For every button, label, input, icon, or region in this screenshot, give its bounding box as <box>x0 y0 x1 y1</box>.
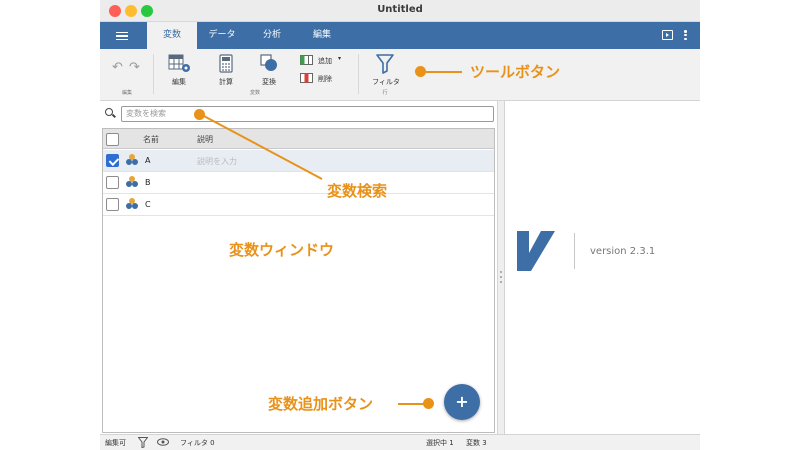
row-checkbox[interactable] <box>106 176 119 189</box>
status-bar: 編集可 フィルタ 0 選択中 1 変数 3 <box>100 434 700 450</box>
edit-variables-button-label[interactable]: 編集 <box>164 77 194 87</box>
add-variable-button[interactable]: + <box>444 384 480 420</box>
version-label: version 2.3.1 <box>590 246 656 257</box>
add-button-callout: 変数追加ボタン <box>268 395 374 413</box>
variable-description[interactable]: 説明を入力 <box>197 156 237 167</box>
table-row[interactable]: C <box>103 194 494 216</box>
about-pane: version 2.3.1 <box>505 101 700 434</box>
app-window: Untitled 変数 データ 分析 編集 ↶ ↷ 編集 編集 計算 変換 追加… <box>100 0 700 450</box>
delete-icon[interactable] <box>300 73 314 83</box>
kebab-icon[interactable] <box>684 30 687 41</box>
variable-name[interactable]: C <box>145 200 151 209</box>
callout-dot <box>415 66 426 77</box>
edit-variables-icon[interactable] <box>168 54 192 74</box>
menu-bar: 変数 データ 分析 編集 <box>100 22 700 49</box>
variable-search-bar: 変数を検索 <box>100 104 497 124</box>
table-row[interactable]: A 説明を入力 <box>103 150 494 172</box>
table-header: 名前 説明 <box>103 129 494 149</box>
select-all-checkbox[interactable] <box>106 133 119 146</box>
logo-divider <box>574 233 575 269</box>
edit-group-label: 編集 <box>121 90 132 96</box>
ribbon-separator <box>358 54 359 94</box>
filter-count-status: フィルタ 0 <box>180 439 215 447</box>
variable-window: 名前 説明 A 説明を入力 B C <box>102 128 495 433</box>
variable-name[interactable]: A <box>145 156 150 165</box>
title-bar: Untitled <box>100 0 700 22</box>
rows-group-label: 行 <box>382 90 388 96</box>
splitter-grip[interactable] <box>500 271 502 273</box>
calculator-icon[interactable] <box>219 54 233 74</box>
splitter-grip[interactable] <box>500 276 502 278</box>
add-button-label[interactable]: 追加 <box>318 56 332 66</box>
column-header-description[interactable]: 説明 <box>197 134 213 145</box>
tab-edit[interactable]: 編集 <box>297 22 347 49</box>
variable-icon <box>126 176 138 188</box>
delete-button-label[interactable]: 削除 <box>318 74 332 84</box>
add-icon[interactable] <box>300 55 314 65</box>
transform-icon[interactable] <box>260 54 280 74</box>
variable-count-status: 変数 3 <box>466 439 487 447</box>
selected-count-status: 選択中 1 <box>426 439 454 447</box>
redo-icon[interactable]: ↷ <box>129 60 140 75</box>
toolbar-callout: ツールボタン <box>470 63 561 81</box>
ribbon-toolbar: ↶ ↷ 編集 編集 計算 変換 追加 ▾ 削除 変数 フィルタ 行 <box>100 49 700 101</box>
eye-icon[interactable] <box>157 438 169 446</box>
search-input[interactable]: 変数を検索 <box>121 106 494 122</box>
callout-dot <box>423 398 434 409</box>
variable-icon <box>126 198 138 210</box>
tab-analysis[interactable]: 分析 <box>247 22 297 49</box>
app-logo <box>517 231 555 271</box>
window-title: Untitled <box>377 4 423 15</box>
tab-data[interactable]: データ <box>197 22 247 49</box>
filter-status-icon[interactable] <box>138 437 148 448</box>
ribbon-separator <box>153 54 154 94</box>
row-checkbox[interactable] <box>106 198 119 211</box>
play-panel-icon[interactable] <box>662 30 673 40</box>
variable-icon <box>126 154 138 166</box>
search-icon <box>105 108 113 116</box>
table-row[interactable]: B <box>103 172 494 194</box>
variable-window-callout: 変数ウィンドウ <box>229 241 335 259</box>
compute-button-label[interactable]: 計算 <box>211 77 241 87</box>
transform-button-label[interactable]: 変換 <box>254 77 284 87</box>
menu-icon[interactable] <box>116 32 128 40</box>
undo-icon[interactable]: ↶ <box>112 60 123 75</box>
variables-group-label: 変数 <box>249 90 260 96</box>
add-dropdown-icon[interactable]: ▾ <box>338 55 341 62</box>
tab-variables[interactable]: 変数 <box>147 22 197 49</box>
variable-name[interactable]: B <box>145 178 151 187</box>
splitter-grip[interactable] <box>500 281 502 283</box>
pane-splitter[interactable] <box>497 101 505 434</box>
filter-icon[interactable] <box>376 54 394 74</box>
callout-dot <box>194 109 205 120</box>
edit-mode-status: 編集可 <box>105 439 126 447</box>
search-callout: 変数検索 <box>327 182 388 200</box>
callout-line <box>398 403 424 405</box>
column-header-name[interactable]: 名前 <box>143 134 159 145</box>
filter-button-label[interactable]: フィルタ <box>366 77 406 87</box>
callout-line <box>426 71 462 73</box>
row-checkbox[interactable] <box>106 154 119 167</box>
